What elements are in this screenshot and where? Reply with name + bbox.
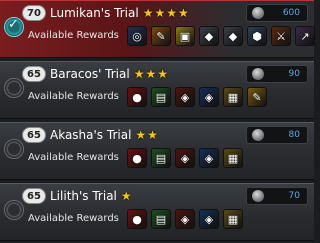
stone-currency-icon <box>252 68 264 80</box>
trial-title: Akasha's Trial ★★ <box>50 127 159 143</box>
trial-name: Baracos' Trial <box>50 67 130 81</box>
trial-name: Lumikan's Trial <box>50 6 139 20</box>
trial-card-baracos[interactable]: 65 Baracos' Trial ★★★ Available Rewards ●… <box>0 61 314 119</box>
trial-level-badge: 70 <box>22 5 46 21</box>
trial-select-radio[interactable] <box>4 139 24 159</box>
stone-currency-icon <box>252 190 264 202</box>
scroll-icon[interactable]: ✎ <box>151 26 171 46</box>
map-icon[interactable]: ▦ <box>223 148 243 168</box>
cost-value: 90 <box>288 69 300 79</box>
trial-card-lilith[interactable]: 65 Lilith's Trial ★ Available Rewards ● ▤ ◈… <box>0 183 314 241</box>
star-rating: ★ <box>120 189 133 203</box>
reward-items: ● ▤ ◈ ◈ ▦ <box>127 209 247 229</box>
trial-name: Akasha's Trial <box>50 128 132 142</box>
ring-icon[interactable]: ◎ <box>127 26 147 46</box>
gold-scroll-icon[interactable]: ✎ <box>247 87 267 107</box>
trial-select-radio[interactable]: ✓ <box>4 17 24 37</box>
trial-select-radio[interactable] <box>4 200 24 220</box>
trial-title: Lilith's Trial ★ <box>50 188 133 204</box>
available-rewards-label: Available Rewards <box>28 30 119 41</box>
reward-items: ● ▤ ◈ ◈ ▦ ✎ <box>127 87 271 107</box>
trial-card-lumikan[interactable]: ✓ 70 Lumikan's Trial ★★★★ Available Rewar… <box>0 0 315 58</box>
blue-material-icon[interactable]: ◈ <box>199 209 219 229</box>
red-potion-icon[interactable]: ● <box>127 209 147 229</box>
sword-icon[interactable]: ⚔ <box>271 26 291 46</box>
cost-box: 600 <box>246 4 308 22</box>
star-rating: ★★★ <box>133 67 169 81</box>
ore-icon[interactable]: ◆ <box>199 26 219 46</box>
available-rewards-label: Available Rewards <box>28 152 119 163</box>
blue-material-icon[interactable]: ◈ <box>199 148 219 168</box>
red-material-icon[interactable]: ◈ <box>175 148 195 168</box>
blue-material-icon[interactable]: ◈ <box>199 87 219 107</box>
checkmark-icon: ✓ <box>8 17 19 32</box>
trial-card-akasha[interactable]: 65 Akasha's Trial ★★ Available Rewards ● ▤… <box>0 122 314 180</box>
trial-level-badge: 65 <box>22 188 46 204</box>
red-potion-icon[interactable]: ● <box>127 87 147 107</box>
red-material-icon[interactable]: ◈ <box>175 209 195 229</box>
green-book-icon[interactable]: ▤ <box>151 148 171 168</box>
star-rating: ★★ <box>135 128 159 142</box>
red-material-icon[interactable]: ◈ <box>175 87 195 107</box>
ore-icon[interactable]: ◆ <box>223 26 243 46</box>
cost-box: 80 <box>246 126 308 144</box>
stone-currency-icon <box>252 129 264 141</box>
red-potion-icon[interactable]: ● <box>127 148 147 168</box>
green-book-icon[interactable]: ▤ <box>151 209 171 229</box>
reward-items: ◎ ✎ ▣ ◆ ◆ ⬢ ⚔ ↗ <box>127 26 319 46</box>
trial-name: Lilith's Trial <box>50 189 117 203</box>
shield-icon[interactable]: ⬢ <box>247 26 267 46</box>
gold-chest-icon[interactable]: ▣ <box>175 26 195 46</box>
spear-icon[interactable]: ↗ <box>295 26 315 46</box>
trial-title: Baracos' Trial ★★★ <box>50 66 169 82</box>
stone-currency-icon <box>252 7 264 19</box>
cost-box: 70 <box>246 187 308 205</box>
trial-select-radio[interactable] <box>4 78 24 98</box>
trial-level-badge: 65 <box>22 127 46 143</box>
map-icon[interactable]: ▦ <box>223 87 243 107</box>
cost-value: 70 <box>288 191 300 201</box>
green-book-icon[interactable]: ▤ <box>151 87 171 107</box>
cost-box: 90 <box>246 65 308 83</box>
available-rewards-label: Available Rewards <box>28 91 119 102</box>
map-icon[interactable]: ▦ <box>223 209 243 229</box>
cost-value: 80 <box>288 130 300 140</box>
reward-items: ● ▤ ◈ ◈ ▦ <box>127 148 247 168</box>
trial-title: Lumikan's Trial ★★★★ <box>50 5 190 21</box>
available-rewards-label: Available Rewards <box>28 213 119 224</box>
cost-value: 600 <box>282 8 300 18</box>
trial-level-badge: 65 <box>22 66 46 82</box>
star-rating: ★★★★ <box>142 6 190 20</box>
